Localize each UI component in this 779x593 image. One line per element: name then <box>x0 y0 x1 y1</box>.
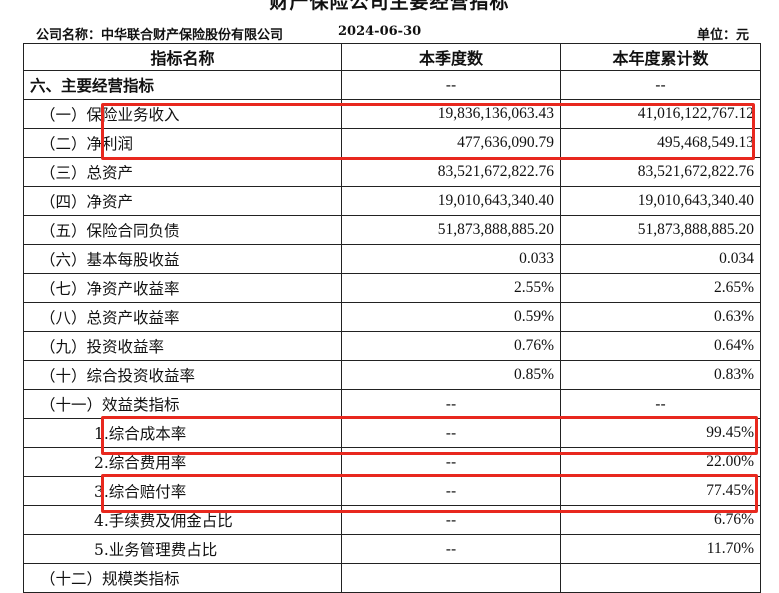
indicator-name-cell: （七）净资产收益率 <box>23 273 342 303</box>
page-title: 财产保险公司主要经营指标 <box>269 0 510 13</box>
quarter-value-cell: 19,836,136,063.43 <box>341 99 561 129</box>
indicator-name-cell: 3.综合赔付率 <box>23 476 342 506</box>
quarter-value-cell: 51,873,888,885.20 <box>341 215 561 245</box>
quarter-value-cell: -- <box>341 389 561 419</box>
quarter-value-cell: 2.55% <box>341 273 561 303</box>
quarter-value-cell <box>341 563 561 593</box>
ytd-value-cell: -- <box>560 70 761 100</box>
ytd-value-cell: 19,010,643,340.40 <box>560 186 761 216</box>
table-row: 2.综合费用率 -- 22.00% <box>23 447 761 477</box>
table-row: （二）净利润 477,636,090.79 495,468,549.13 <box>23 128 761 158</box>
indicator-name-cell: （二）净利润 <box>23 128 342 158</box>
ytd-value-cell: 0.63% <box>560 302 761 332</box>
indicator-name-cell: 六、主要经营指标 <box>23 70 342 100</box>
table-row: （五）保险合同负债 51,873,888,885.20 51,873,888,885… <box>23 215 761 245</box>
indicator-name-cell: （八）总资产收益率 <box>23 302 342 332</box>
indicator-name-cell: （十二）规模类指标 <box>23 563 342 593</box>
table-row: 5.业务管理费占比 -- 11.70% <box>23 534 761 564</box>
ytd-value-cell: 0.034 <box>560 244 761 274</box>
indicator-name-cell: 5.业务管理费占比 <box>23 534 342 564</box>
quarter-value-cell: 0.59% <box>341 302 561 332</box>
table-row: （六）基本每股收益 0.033 0.034 <box>23 244 761 274</box>
ytd-value-cell: 77.45% <box>560 476 761 506</box>
table-row: （十二）规模类指标 <box>23 563 761 593</box>
quarter-value-cell: -- <box>341 447 561 477</box>
ytd-value-cell: 83,521,672,822.76 <box>560 157 761 187</box>
quarter-value-cell: 0.85% <box>341 360 561 390</box>
table-row: （三）总资产 83,521,672,822.76 83,521,672,822.76 <box>23 157 761 187</box>
table-row: （十一）效益类指标 -- -- <box>23 389 761 419</box>
ytd-value-cell: 22.00% <box>560 447 761 477</box>
indicator-name-cell: 1.综合成本率 <box>23 418 342 448</box>
indicator-name-cell: （三）总资产 <box>23 157 342 187</box>
indicator-name-cell: （九）投资收益率 <box>23 331 342 361</box>
column-header-indicator: 指标名称 <box>23 43 342 71</box>
quarter-value-cell: -- <box>341 505 561 535</box>
quarter-value-cell: -- <box>341 70 561 100</box>
ytd-value-cell <box>560 563 761 593</box>
indicator-name-cell: （十）综合投资收益率 <box>23 360 342 390</box>
table-header-row: 指标名称 本季度数 本年度累计数 <box>23 43 761 71</box>
ytd-value-cell: 11.70% <box>560 534 761 564</box>
quarter-value-cell: -- <box>341 534 561 564</box>
unit-label: 单位：元 <box>696 28 749 43</box>
quarter-value-cell: -- <box>341 418 561 448</box>
indicator-name-cell: （十一）效益类指标 <box>23 389 342 419</box>
table-row: （八）总资产收益率 0.59% 0.63% <box>23 302 761 332</box>
table-row: 1.综合成本率 -- 99.45% <box>23 418 761 448</box>
table-row: （一）保险业务收入 19,836,136,063.43 41,016,122,767… <box>23 99 761 129</box>
indicator-name-cell: 2.综合费用率 <box>23 447 342 477</box>
table-row: 4.手续费及佣金占比 -- 6.76% <box>23 505 761 535</box>
indicator-table: 指标名称 本季度数 本年度累计数 六、主要经营指标 -- -- （一）保险业务收入 19… <box>23 43 761 593</box>
table-row: 六、主要经营指标 -- -- <box>23 70 761 100</box>
indicator-name-cell: （四）净资产 <box>23 186 342 216</box>
ytd-value-cell: 99.45% <box>560 418 761 448</box>
ytd-value-cell: 51,873,888,885.20 <box>560 215 761 245</box>
indicator-name-cell: 4.手续费及佣金占比 <box>23 505 342 535</box>
table-row: （九）投资收益率 0.76% 0.64% <box>23 331 761 361</box>
quarter-value-cell: 19,010,643,340.40 <box>341 186 561 216</box>
ytd-value-cell: 41,016,122,767.12 <box>560 99 761 129</box>
column-header-quarter: 本季度数 <box>341 43 561 71</box>
ytd-value-cell: 495,468,549.13 <box>560 128 761 158</box>
quarter-value-cell: 0.76% <box>341 331 561 361</box>
table-row: （四）净资产 19,010,643,340.40 19,010,643,340.40 <box>23 186 761 216</box>
table-row: （七）净资产收益率 2.55% 2.65% <box>23 273 761 303</box>
table-row: （十）综合投资收益率 0.85% 0.83% <box>23 360 761 390</box>
indicator-name-cell: （一）保险业务收入 <box>23 99 342 129</box>
indicator-name-cell: （五）保险合同负债 <box>23 215 342 245</box>
indicator-name-cell: （六）基本每股收益 <box>23 244 342 274</box>
quarter-value-cell: 477,636,090.79 <box>341 128 561 158</box>
table-row: 3.综合赔付率 -- 77.45% <box>23 476 761 506</box>
column-header-ytd: 本年度累计数 <box>560 43 761 71</box>
quarter-value-cell: 0.033 <box>341 244 561 274</box>
report-date: 2024-06-30 <box>338 24 422 39</box>
ytd-value-cell: 6.76% <box>560 505 761 535</box>
ytd-value-cell: -- <box>560 389 761 419</box>
ytd-value-cell: 2.65% <box>560 273 761 303</box>
quarter-value-cell: -- <box>341 476 561 506</box>
quarter-value-cell: 83,521,672,822.76 <box>341 157 561 187</box>
company-name: 公司名称：中华联合财产保险股份有限公司 <box>36 28 284 43</box>
ytd-value-cell: 0.64% <box>560 331 761 361</box>
ytd-value-cell: 0.83% <box>560 360 761 390</box>
